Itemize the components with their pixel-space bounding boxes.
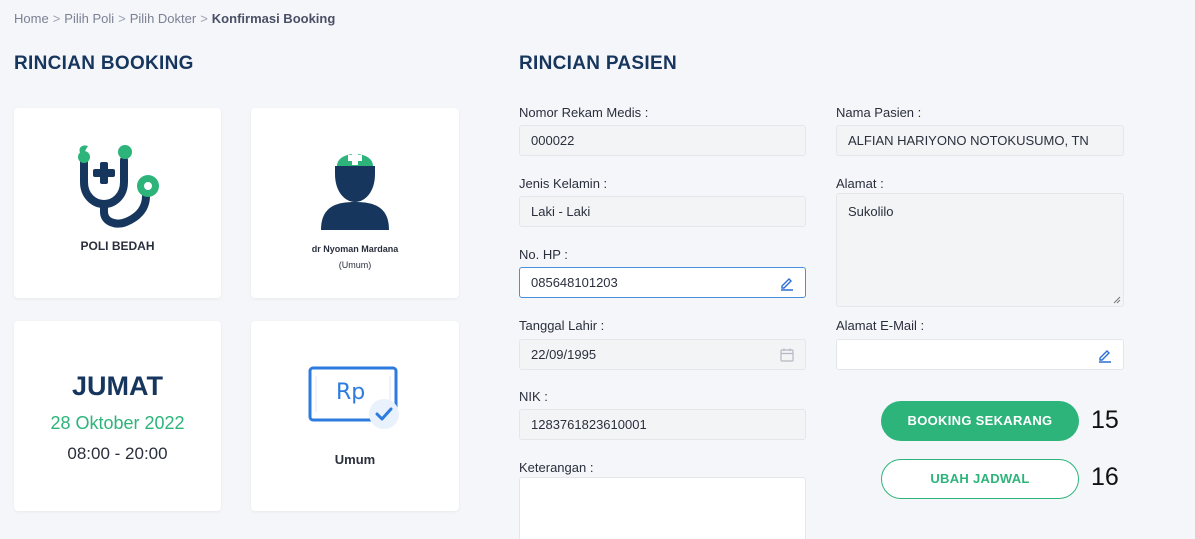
booking-now-button[interactable]: BOOKING SEKARANG — [881, 401, 1079, 441]
doctor-type: (Umum) — [338, 260, 372, 270]
breadcrumb: Home > Pilih Poli > Pilih Dokter > Konfirmasi … — [14, 11, 335, 26]
nik-field: 1283761823610001 — [519, 409, 806, 440]
schedule-time: 08:00 - 20:00 — [67, 444, 168, 463]
booking-number-label: 15 — [1091, 406, 1119, 434]
nik-label: NIK : — [519, 389, 548, 404]
dob-value: 22/09/1995 — [531, 347, 597, 362]
reschedule-number-label: 16 — [1091, 463, 1119, 491]
address-textarea: Sukolilo — [836, 193, 1124, 307]
phone-input[interactable]: 085648101203 — [519, 267, 806, 298]
payment-label: Umum — [334, 452, 376, 467]
breadcrumb-home[interactable]: Home — [14, 11, 49, 26]
email-input[interactable] — [836, 339, 1124, 370]
pencil-icon[interactable] — [779, 275, 795, 291]
calendar-icon — [780, 348, 794, 362]
doctor-name: dr Nyoman Mardana — [311, 244, 399, 254]
schedule-day: JUMAT — [72, 371, 163, 401]
name-label: Nama Pasien : — [836, 105, 922, 120]
email-label: Alamat E-Mail : — [836, 318, 925, 333]
resize-handle-icon[interactable] — [1113, 296, 1121, 304]
gender-field: Laki - Laki — [519, 196, 806, 227]
address-value: Sukolilo — [848, 204, 894, 219]
breadcrumb-separator: > — [200, 11, 208, 26]
money-check-icon: Rp — [308, 366, 399, 429]
schedule-card: JUMAT 28 Oktober 2022 08:00 - 20:00 — [14, 321, 221, 511]
address-label: Alamat : — [836, 176, 884, 191]
breadcrumb-separator: > — [52, 11, 61, 26]
schedule-date: 28 Oktober 2022 — [50, 413, 185, 433]
dob-label: Tanggal Lahir : — [519, 318, 605, 333]
stethoscope-icon — [78, 145, 159, 228]
reschedule-button[interactable]: UBAH JADWAL — [881, 459, 1079, 499]
poli-card: POLI BEDAH — [14, 108, 221, 298]
phone-value: 085648101203 — [531, 275, 618, 290]
name-field: ALFIAN HARIYONO NOTOKUSUMO, TN — [836, 125, 1124, 156]
phone-label: No. HP : — [519, 247, 568, 262]
gender-label: Jenis Kelamin : — [519, 176, 608, 191]
rm-label: Nomor Rekam Medis : — [519, 105, 649, 120]
dob-field: 22/09/1995 — [519, 339, 806, 370]
doctor-card: dr Nyoman Mardana (Umum) — [251, 108, 459, 298]
poli-label: POLI BEDAH — [80, 239, 155, 253]
breadcrumb-pilih-dokter[interactable]: Pilih Dokter — [130, 11, 196, 26]
patient-section-title: RINCIAN PASIEN — [519, 53, 677, 74]
breadcrumb-pilih-poli[interactable]: Pilih Poli — [64, 11, 114, 26]
doctor-avatar-icon — [321, 151, 389, 230]
breadcrumb-current: Konfirmasi Booking — [211, 11, 336, 26]
breadcrumb-separator: > — [118, 11, 126, 26]
payment-card: Rp Umum — [251, 321, 459, 511]
pencil-icon[interactable] — [1097, 347, 1113, 363]
note-label: Keterangan : — [519, 460, 594, 475]
rm-field: 000022 — [519, 125, 806, 156]
note-textarea[interactable] — [519, 477, 806, 539]
svg-text:Rp: Rp — [336, 380, 365, 405]
booking-section-title: RINCIAN BOOKING — [14, 53, 194, 74]
